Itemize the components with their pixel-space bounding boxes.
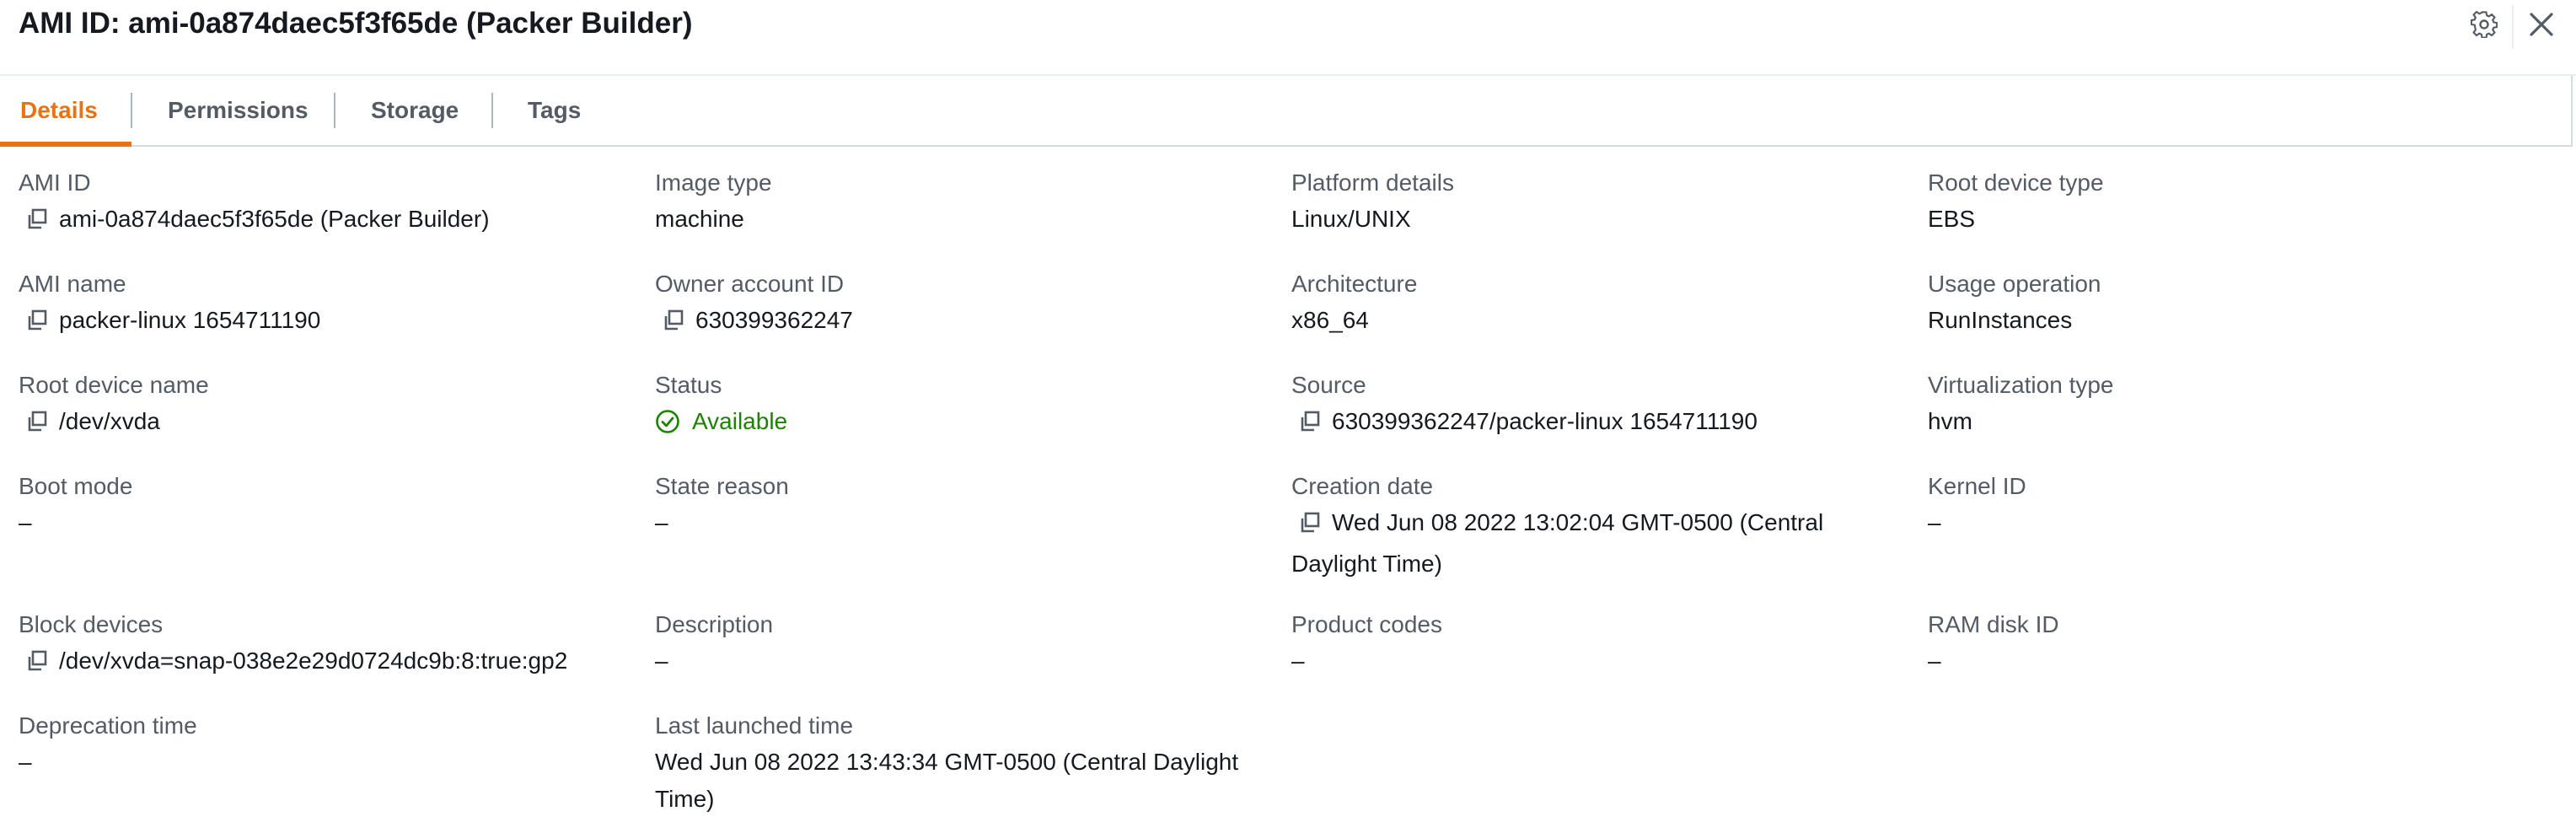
detail-last-launched-time: Last launched time Wed Jun 08 2022 13:43… <box>655 710 1270 818</box>
tab-details[interactable]: Details <box>20 76 98 145</box>
detail-label: Root device type <box>1928 169 2104 196</box>
detail-value: ami-0a874daec5f3f65de (Packer Builder) <box>19 201 642 242</box>
detail-state-reason: State reason – <box>655 470 1279 541</box>
panel-header: AMI ID: ami-0a874daec5f3f65de (Packer Bu… <box>0 0 2576 76</box>
creation-date-value: Wed Jun 08 2022 13:02:04 GMT-0500 (Centr… <box>1291 509 1824 577</box>
detail-label: Virtualization type <box>1928 372 2114 398</box>
detail-label: State reason <box>655 473 789 499</box>
detail-source: Source 630399362247/packer-linux 1654711… <box>1291 369 1915 444</box>
detail-label: Image type <box>655 169 772 196</box>
detail-virtualization-type: Virtualization type hvm <box>1928 369 2552 440</box>
tab-divider <box>131 93 132 128</box>
close-icon <box>2529 12 2554 41</box>
detail-value: RunInstances <box>1928 307 2073 333</box>
detail-ram-disk-id: RAM disk ID – <box>1928 609 2552 680</box>
page-title: AMI ID: ami-0a874daec5f3f65de (Packer Bu… <box>19 7 693 40</box>
detail-root-device-name: Root device name /dev/xvda <box>19 369 642 444</box>
copy-icon[interactable] <box>1298 508 1322 545</box>
detail-creation-date: Creation date Wed Jun 08 2022 13:02:04 G… <box>1291 470 1881 583</box>
detail-value: – <box>1928 648 1941 674</box>
ami-name-value: packer-linux 1654711190 <box>59 307 321 333</box>
tab-bar: Details Permissions Storage Tags <box>0 76 2573 147</box>
detail-value: hvm <box>1928 408 1972 434</box>
detail-value: Linux/UNIX <box>1291 206 1411 232</box>
detail-label: Owner account ID <box>655 271 845 297</box>
detail-root-device-type: Root device type EBS <box>1928 167 2552 238</box>
detail-ami-id: AMI ID ami-0a874daec5f3f65de (Packer Bui… <box>19 167 642 242</box>
active-tab-indicator <box>0 142 131 147</box>
detail-label: Root device name <box>19 372 209 398</box>
gear-icon <box>2470 10 2498 42</box>
copy-icon[interactable] <box>1298 407 1322 444</box>
detail-block-devices: Block devices /dev/xvda=snap-038e2e29d07… <box>19 609 642 684</box>
detail-label: RAM disk ID <box>1928 611 2059 637</box>
detail-label: Deprecation time <box>19 712 197 739</box>
copy-icon[interactable] <box>25 306 49 343</box>
detail-value: /dev/xvda <box>19 403 642 444</box>
tab-divider <box>491 93 493 128</box>
tab-storage[interactable]: Storage <box>371 76 459 145</box>
detail-description: Description – <box>655 609 1279 680</box>
detail-product-codes: Product codes – <box>1291 609 1915 680</box>
detail-status: Status Available <box>655 369 1279 440</box>
detail-owner-account-id: Owner account ID 630399362247 <box>655 268 1279 343</box>
detail-label: Platform details <box>1291 169 1454 196</box>
detail-deprecation-time: Deprecation time – <box>19 710 642 781</box>
detail-value: – <box>1291 648 1305 674</box>
detail-value: x86_64 <box>1291 307 1369 333</box>
detail-label: AMI name <box>19 271 126 297</box>
copy-icon[interactable] <box>25 647 49 684</box>
detail-label: Boot mode <box>19 473 133 499</box>
detail-value: 630399362247/packer-linux 1654711190 <box>1291 403 1915 444</box>
detail-label: Usage operation <box>1928 271 2101 297</box>
detail-value: Wed Jun 08 2022 13:02:04 GMT-0500 (Centr… <box>1291 504 1881 583</box>
detail-value: /dev/xvda=snap-038e2e29d0724dc9b:8:true:… <box>19 642 642 684</box>
block-devices-value: /dev/xvda=snap-038e2e29d0724dc9b:8:true:… <box>59 648 568 674</box>
detail-boot-mode: Boot mode – <box>19 470 642 541</box>
tab-permissions[interactable]: Permissions <box>168 76 309 145</box>
detail-value: 630399362247 <box>655 302 1279 343</box>
detail-label: Kernel ID <box>1928 473 2026 499</box>
settings-button[interactable] <box>2463 5 2505 47</box>
detail-label: Status <box>655 372 722 398</box>
copy-icon[interactable] <box>662 306 685 343</box>
detail-architecture: Architecture x86_64 <box>1291 268 1915 339</box>
tab-tags[interactable]: Tags <box>528 76 581 145</box>
detail-value: – <box>655 648 668 674</box>
detail-value: – <box>1928 509 1941 535</box>
detail-kernel-id: Kernel ID – <box>1928 470 2552 541</box>
detail-value: packer-linux 1654711190 <box>19 302 642 343</box>
detail-image-type: Image type machine <box>655 167 1279 238</box>
check-circle-icon <box>655 408 692 434</box>
ami-id-value: ami-0a874daec5f3f65de (Packer Builder) <box>59 206 490 232</box>
detail-platform-details: Platform details Linux/UNIX <box>1291 167 1915 238</box>
copy-icon[interactable] <box>25 407 49 444</box>
detail-label: Architecture <box>1291 271 1418 297</box>
detail-label: Last launched time <box>655 712 854 739</box>
detail-value: – <box>19 749 32 775</box>
detail-label: Product codes <box>1291 611 1442 637</box>
copy-icon[interactable] <box>25 205 49 242</box>
detail-usage-operation: Usage operation RunInstances <box>1928 268 2552 339</box>
detail-ami-name: AMI name packer-linux 1654711190 <box>19 268 642 343</box>
owner-account-id-value: 630399362247 <box>695 307 853 333</box>
detail-label: AMI ID <box>19 169 91 196</box>
close-button[interactable] <box>2520 5 2563 47</box>
status-badge: Available <box>655 403 1279 440</box>
detail-label: Creation date <box>1291 473 1434 499</box>
detail-value: EBS <box>1928 206 1976 232</box>
detail-value: Wed Jun 08 2022 13:43:34 GMT-0500 (Centr… <box>655 749 1239 812</box>
tab-divider <box>334 93 335 128</box>
detail-value: machine <box>655 206 744 232</box>
header-divider <box>2512 5 2514 49</box>
status-value: Available <box>692 408 788 434</box>
detail-label: Block devices <box>19 611 164 637</box>
detail-label: Description <box>655 611 774 637</box>
detail-value: – <box>655 509 668 535</box>
detail-label: Source <box>1291 372 1366 398</box>
detail-value: – <box>19 509 32 535</box>
root-device-name-value: /dev/xvda <box>59 408 160 434</box>
source-value: 630399362247/packer-linux 1654711190 <box>1332 408 1758 434</box>
